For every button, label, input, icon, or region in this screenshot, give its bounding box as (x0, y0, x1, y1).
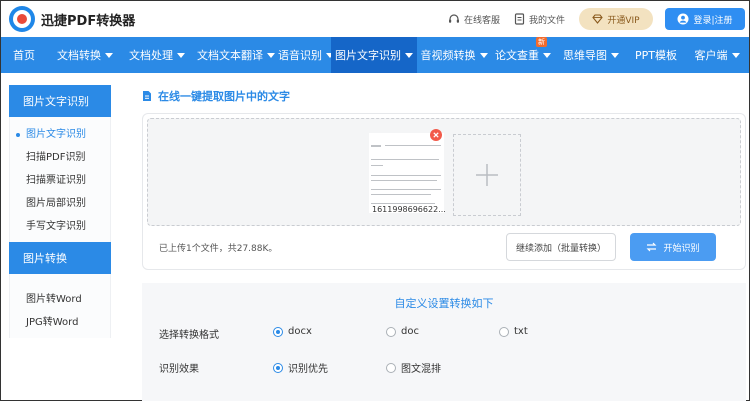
main-nav: 首页 文档转换 文档处理 文档文本翻译 语音识别 图片文字识别 音视频转换 论文… (1, 37, 749, 73)
sidebar-item-scan-pdf[interactable]: 扫描PDF识别 (10, 146, 110, 169)
nav-label: 首页 (13, 49, 35, 62)
plus-icon (476, 164, 498, 186)
chevron-down-icon (105, 52, 113, 58)
file-thumbnail[interactable] (369, 133, 444, 213)
nav-item-ppt[interactable]: PPT模板 (627, 37, 685, 73)
option-label: 图文混排 (401, 364, 441, 375)
sidebar-item-image-to-word[interactable]: 图片转Word (10, 288, 110, 311)
effect-option-text-first[interactable]: 识别优先 (273, 360, 328, 375)
customer-service-link[interactable]: 在线客服 (448, 13, 500, 26)
vip-button[interactable]: 开通VIP (579, 8, 653, 30)
remove-file-button[interactable] (430, 129, 442, 141)
new-badge: 新 (536, 37, 547, 47)
nav-label: 音视频转换 (420, 49, 476, 62)
radio-icon (386, 326, 396, 337)
page-title: 在线一键提取图片中的文字 (142, 87, 290, 105)
radio-icon (499, 326, 509, 337)
nav-item-ocr[interactable]: 图片文字识别 (331, 37, 417, 73)
nav-item-home[interactable]: 首页 (1, 37, 47, 73)
sidebar-item-image-ocr[interactable]: 图片文字识别 (10, 123, 110, 146)
chevron-down-icon (731, 52, 740, 58)
my-files-label: 我的文件 (528, 15, 565, 26)
vip-label: 开通VIP (607, 15, 640, 26)
option-label: docx (288, 326, 312, 337)
app-name: 迅捷PDF转换器 (41, 13, 136, 29)
nav-label: 论文查重 (495, 49, 539, 62)
page-title-text: 在线一键提取图片中的文字 (158, 90, 290, 103)
login-button[interactable]: 登录|注册 (665, 8, 745, 30)
chevron-down-icon (267, 52, 275, 58)
headset-icon (448, 14, 459, 23)
chevron-down-icon (479, 52, 488, 58)
settings-panel: 自定义设置转换如下 选择转换格式 docx doc txt 识别效果 识别优先 … (142, 283, 746, 401)
start-recognition-button[interactable]: 开始识别 (630, 233, 716, 261)
close-icon (433, 132, 439, 138)
nav-item-translate[interactable]: 文档文本翻译 (191, 37, 281, 73)
sidebar-group-list: 图片文字识别 扫描PDF识别 扫描票证识别 图片局部识别 手写文字识别 (9, 117, 111, 242)
sidebar-group-title: 图片文字识别 (9, 85, 111, 117)
nav-item-speech[interactable]: 语音识别 (278, 37, 334, 73)
format-label: 选择转换格式 (159, 329, 219, 341)
sidebar-item-scan-ticket[interactable]: 扫描票证识别 (10, 169, 110, 192)
top-bar: 迅捷PDF转换器 在线客服 我的文件 开通VIP 登录|注册 (1, 1, 749, 37)
option-label: 识别优先 (288, 364, 328, 375)
nav-item-av-convert[interactable]: 音视频转换 (417, 37, 491, 73)
add-file-tile[interactable] (453, 134, 521, 216)
format-option-docx[interactable]: docx (273, 326, 312, 337)
my-files-link[interactable]: 我的文件 (514, 13, 565, 26)
nav-item-doc-convert[interactable]: 文档转换 (47, 37, 123, 73)
sidebar-group-list: 图片转Word JPG转Word (9, 274, 111, 338)
option-label: txt (514, 326, 528, 337)
nav-label: 语音识别 (278, 49, 322, 62)
settings-title: 自定义设置转换如下 (394, 297, 494, 310)
nav-label: 图片文字识别 (335, 49, 401, 62)
continue-add-button[interactable]: 继续添加（批量转换） (506, 233, 616, 261)
login-label: 登录|注册 (693, 15, 733, 26)
upload-status: 已上传1个文件，共27.88K。 (159, 244, 278, 254)
chevron-down-icon (405, 52, 413, 58)
option-label: doc (401, 326, 419, 337)
user-icon (677, 13, 689, 25)
upload-panel: 1611998696622... 已上传1个文件，共27.88K。 继续添加（批… (142, 113, 746, 270)
diamond-icon (592, 14, 604, 24)
nav-item-plagiarism[interactable]: 论文查重 新 (491, 37, 555, 73)
app-logo[interactable]: 迅捷PDF转换器 (9, 6, 135, 32)
nav-item-client[interactable]: 客户端 (685, 37, 749, 73)
radio-checked-icon (273, 362, 283, 373)
nav-label: 客户端 (694, 49, 728, 62)
nav-label: 文档转换 (57, 49, 101, 62)
start-recognition-label: 开始识别 (663, 243, 700, 254)
nav-item-mindmap[interactable]: 思维导图 (555, 37, 627, 73)
sidebar-item-jpg-to-word[interactable]: JPG转Word (10, 311, 110, 334)
format-row: 选择转换格式 (159, 326, 259, 341)
effect-label: 识别效果 (159, 363, 199, 375)
format-option-txt[interactable]: txt (499, 326, 528, 337)
sidebar-group-title: 图片转换 (9, 242, 111, 274)
file-name: 1611998696622... (372, 205, 446, 214)
format-option-doc[interactable]: doc (386, 326, 419, 337)
logo-icon (9, 6, 35, 32)
nav-label: PPT模板 (635, 49, 677, 62)
nav-label: 文档文本翻译 (197, 49, 263, 62)
effect-row: 识别效果 (159, 360, 259, 375)
chevron-down-icon (543, 52, 551, 58)
sidebar: 图片文字识别 图片文字识别 扫描PDF识别 扫描票证识别 图片局部识别 手写文字… (9, 85, 111, 338)
radio-checked-icon (273, 326, 283, 337)
effect-option-mixed[interactable]: 图文混排 (386, 360, 441, 375)
nav-label: 思维导图 (563, 49, 607, 62)
chevron-down-icon (177, 52, 185, 58)
file-icon (514, 13, 525, 25)
radio-icon (386, 362, 396, 373)
sidebar-item-handwriting[interactable]: 手写文字识别 (10, 215, 110, 238)
document-icon (143, 91, 151, 101)
sidebar-item-partial-ocr[interactable]: 图片局部识别 (10, 192, 110, 215)
chevron-down-icon (611, 52, 619, 58)
drop-zone[interactable]: 1611998696622... (147, 118, 741, 226)
convert-icon (647, 242, 657, 252)
nav-item-doc-process[interactable]: 文档处理 (123, 37, 191, 73)
nav-label: 文档处理 (129, 49, 173, 62)
top-right-actions: 在线客服 我的文件 开通VIP 登录|注册 (448, 1, 749, 37)
customer-service-label: 在线客服 (463, 15, 500, 26)
